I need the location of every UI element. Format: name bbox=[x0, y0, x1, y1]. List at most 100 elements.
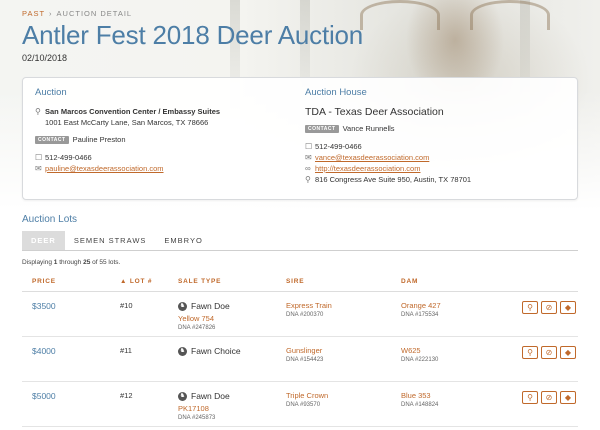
exclude-lot-button[interactable]: ⊘ bbox=[541, 391, 557, 404]
sale-type-cell: ♞ Fawn Doe Yellow 754 DNA #247826 bbox=[178, 291, 286, 337]
table-row: $4000 #11 ♞ Fawn Choice Gunslinger DNA #1… bbox=[22, 336, 578, 382]
house-phone-line: ☐ 512-499-0466 bbox=[305, 141, 567, 152]
tab-deer[interactable]: DEER bbox=[22, 231, 65, 250]
auction-email-link[interactable]: pauline@texasdeerassociation.com bbox=[45, 163, 164, 174]
auction-info-card: Auction ⚲ San Marcos Convention Center /… bbox=[22, 77, 578, 200]
mail-icon: ✉ bbox=[305, 153, 312, 162]
auction-column: Auction ⚲ San Marcos Convention Center /… bbox=[35, 87, 297, 189]
column-sale-type[interactable]: SALE TYPE bbox=[178, 274, 286, 292]
tab-embryo[interactable]: EMBRYO bbox=[155, 231, 211, 250]
auction-house-column: Auction House TDA - Texas Deer Associati… bbox=[297, 87, 567, 189]
dam-cell: Blue 353 DNA #148824 bbox=[401, 381, 501, 427]
dam-cell: W625 DNA #222130 bbox=[401, 336, 501, 382]
phone-icon: ☐ bbox=[305, 142, 313, 151]
auction-lots-heading: Auction Lots bbox=[22, 214, 78, 225]
column-actions bbox=[501, 274, 578, 292]
contact-badge: CONTACT bbox=[305, 124, 339, 133]
sale-dna: DNA #245873 bbox=[178, 415, 216, 421]
map-pin-icon: ⚲ bbox=[35, 107, 41, 116]
contact-badge: CONTACT bbox=[35, 135, 69, 144]
dam-link[interactable]: Blue 353 bbox=[401, 391, 501, 400]
search-icon: ⚲ bbox=[527, 302, 533, 312]
column-sire[interactable]: SIRE bbox=[286, 274, 401, 292]
breadcrumb: PAST › AUCTION DETAIL bbox=[22, 0, 578, 18]
dam-link[interactable]: Orange 427 bbox=[401, 301, 501, 310]
house-phone: 512-499-0466 bbox=[315, 142, 362, 151]
sire-dna: DNA #93570 bbox=[286, 402, 321, 408]
view-lot-button[interactable]: ⚲ bbox=[522, 346, 538, 359]
search-icon: ⚲ bbox=[527, 392, 533, 402]
exclude-lot-button[interactable]: ⊘ bbox=[541, 346, 557, 359]
column-lot[interactable]: ▲ LOT # bbox=[120, 274, 178, 292]
sire-link[interactable]: Gunslinger bbox=[286, 346, 401, 355]
auction-heading: Auction bbox=[35, 87, 67, 98]
sale-dna: DNA #247826 bbox=[178, 325, 216, 331]
column-price[interactable]: PRICE bbox=[22, 274, 120, 292]
sire-cell: Express Train DNA #200370 bbox=[286, 291, 401, 337]
sire-cell: Triple Crown DNA #93570 bbox=[286, 381, 401, 427]
sale-type: Fawn Choice bbox=[191, 346, 241, 356]
dam-dna: DNA #222130 bbox=[401, 357, 439, 363]
search-icon: ⚲ bbox=[527, 347, 533, 357]
house-website-link[interactable]: http://texasdeerassociation.com bbox=[315, 163, 420, 174]
tag-lot-button[interactable]: ◆ bbox=[560, 301, 576, 314]
tab-semen-straws[interactable]: SEMEN STRAWS bbox=[65, 231, 156, 250]
lot-price: $3500 bbox=[22, 291, 120, 337]
dam-link[interactable]: W625 bbox=[401, 346, 501, 355]
dam-dna: DNA #175534 bbox=[401, 312, 439, 318]
mail-icon: ✉ bbox=[35, 164, 42, 173]
house-address-line: ⚲ 816 Congress Ave Suite 950, Austin, TX… bbox=[305, 174, 567, 185]
sire-link[interactable]: Express Train bbox=[286, 301, 401, 310]
lot-number: #12 bbox=[120, 381, 178, 427]
auction-phone-line: ☐ 512-499-0466 bbox=[35, 152, 297, 163]
sale-animal-link[interactable]: PK17108 bbox=[178, 404, 286, 413]
actions-cell: ⚲ ⊘ ◆ bbox=[501, 291, 578, 337]
sale-type-cell: ♞ Fawn Doe PK17108 DNA #245873 bbox=[178, 381, 286, 427]
sale-type: Fawn Doe bbox=[191, 301, 230, 311]
lot-price: $4000 bbox=[22, 336, 120, 382]
phone-icon: ☐ bbox=[35, 153, 43, 162]
lot-price: $5000 bbox=[22, 381, 120, 427]
sire-link[interactable]: Triple Crown bbox=[286, 391, 401, 400]
deer-icon: ♞ bbox=[178, 301, 187, 311]
actions-cell: ⚲ ⊘ ◆ bbox=[501, 336, 578, 382]
house-email-link[interactable]: vance@texasdeerassociation.com bbox=[315, 152, 429, 163]
map-pin-icon: ⚲ bbox=[305, 175, 311, 184]
deer-icon: ♞ bbox=[178, 346, 187, 356]
lot-number: #10 bbox=[120, 291, 178, 337]
lot-number: #11 bbox=[120, 336, 178, 382]
dam-cell: Orange 427 DNA #175534 bbox=[401, 291, 501, 337]
house-website-line: ∞ http://texasdeerassociation.com bbox=[305, 163, 567, 174]
deer-icon: ♞ bbox=[178, 391, 187, 401]
view-lot-button[interactable]: ⚲ bbox=[522, 301, 538, 314]
auction-contact: CONTACT Pauline Preston bbox=[35, 135, 297, 144]
tag-lot-button[interactable]: ◆ bbox=[560, 391, 576, 404]
auction-venue: San Marcos Convention Center / Embassy S… bbox=[45, 107, 221, 116]
actions-cell: ⚲ ⊘ ◆ bbox=[501, 381, 578, 427]
tag-icon: ◆ bbox=[564, 347, 572, 357]
exclude-lot-button[interactable]: ⊘ bbox=[541, 301, 557, 314]
house-email-line: ✉ vance@texasdeerassociation.com bbox=[305, 152, 567, 163]
auction-date: 02/10/2018 bbox=[22, 53, 68, 63]
view-lot-button[interactable]: ⚲ bbox=[522, 391, 538, 404]
table-header-row: PRICE ▲ LOT # SALE TYPE SIRE DAM bbox=[22, 274, 578, 292]
breadcrumb-separator: › bbox=[49, 9, 53, 18]
breadcrumb-past-link[interactable]: PAST bbox=[22, 9, 45, 18]
auction-house-name: TDA - Texas Deer Association bbox=[305, 106, 444, 118]
auction-address: 1001 East McCarty Lane, San Marcos, TX 7… bbox=[45, 118, 209, 127]
table-row: $3500 #10 ♞ Fawn Doe Yellow 754 DNA #2478… bbox=[22, 291, 578, 337]
auction-contact-name: Pauline Preston bbox=[72, 135, 126, 144]
sale-animal-link[interactable]: Yellow 754 bbox=[178, 314, 286, 323]
lot-tabs: DEER SEMEN STRAWS EMBRYO bbox=[22, 231, 578, 251]
sire-dna: DNA #154423 bbox=[286, 357, 324, 363]
tag-lot-button[interactable]: ◆ bbox=[560, 346, 576, 359]
dam-dna: DNA #148824 bbox=[401, 402, 439, 408]
sale-type-cell: ♞ Fawn Choice bbox=[178, 336, 286, 382]
table-row: $5000 #12 ♞ Fawn Doe PK17108 DNA #245873 … bbox=[22, 381, 578, 427]
auction-email-line: ✉ pauline@texasdeerassociation.com bbox=[35, 163, 297, 174]
auction-house-heading: Auction House bbox=[305, 87, 367, 98]
lots-table: PRICE ▲ LOT # SALE TYPE SIRE DAM $3500 #… bbox=[22, 274, 578, 427]
ban-icon: ⊘ bbox=[545, 347, 553, 357]
page-title: Antler Fest 2018 Deer Auction bbox=[22, 20, 364, 50]
column-dam[interactable]: DAM bbox=[401, 274, 501, 292]
